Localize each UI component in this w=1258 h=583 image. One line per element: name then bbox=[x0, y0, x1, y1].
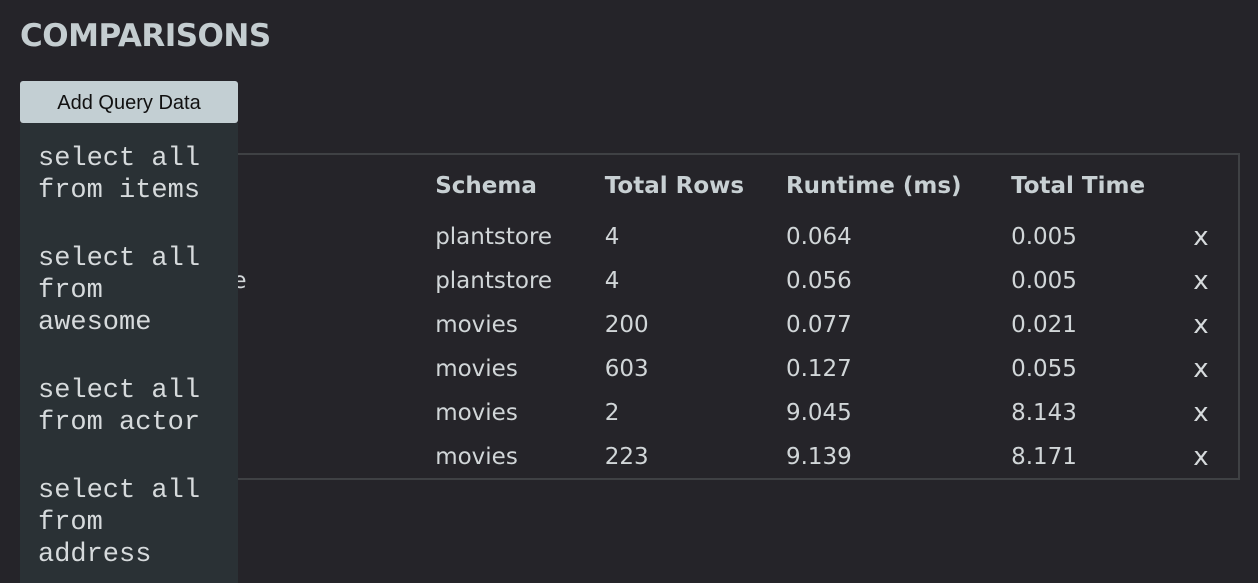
header-total-rows: Total Rows bbox=[604, 173, 745, 199]
cell-runtime: 9.139 bbox=[785, 444, 852, 470]
cell-delete: x bbox=[1193, 303, 1238, 347]
cell-total-rows: 200 bbox=[604, 312, 649, 338]
header-total-time: Total Time bbox=[1011, 173, 1146, 199]
cell-total-rows: 223 bbox=[604, 444, 649, 470]
cell-total-time: 0.055 bbox=[1011, 356, 1077, 382]
delete-row-button[interactable]: x bbox=[1193, 222, 1208, 252]
add-query-data-button[interactable]: Add Query Data bbox=[20, 81, 238, 123]
delete-row-button[interactable]: x bbox=[1193, 398, 1208, 428]
cell-delete: x bbox=[1193, 391, 1238, 435]
dropdown-item-awesome[interactable]: select all from awesome bbox=[38, 243, 220, 339]
cell-schema: plantstore bbox=[435, 224, 553, 250]
cell-schema: movies bbox=[435, 312, 518, 338]
cell-delete: x bbox=[1193, 347, 1238, 391]
cell-query: ddress bbox=[231, 347, 435, 391]
cell-query bbox=[231, 391, 435, 435]
header-runtime: Runtime (ms) bbox=[785, 173, 962, 199]
cell-total-rows: 603 bbox=[604, 356, 649, 382]
cell-delete: x bbox=[1193, 435, 1238, 478]
cell-total-time: 0.021 bbox=[1011, 312, 1077, 338]
cell-total-time: 8.171 bbox=[1011, 444, 1077, 470]
cell-total-time: 0.005 bbox=[1011, 224, 1077, 250]
cell-schema: plantstore bbox=[435, 268, 553, 294]
cell-query: ems bbox=[231, 215, 435, 259]
cell-total-rows: 4 bbox=[604, 224, 620, 250]
table-row: ddress movies 603 0.127 0.055 x bbox=[231, 347, 1238, 391]
table-row: wesome plantstore 4 0.056 0.005 x bbox=[231, 259, 1238, 303]
delete-row-button[interactable]: x bbox=[1193, 266, 1208, 296]
table-header-row: Schema Total Rows Runtime (ms) Total Tim… bbox=[231, 155, 1238, 215]
page-title: COMPARISONS bbox=[20, 18, 271, 54]
header-schema: Schema bbox=[435, 173, 537, 199]
cell-schema: movies bbox=[435, 356, 518, 382]
cell-total-rows: 2 bbox=[604, 400, 620, 426]
cell-query: ctor bbox=[231, 303, 435, 347]
comparison-table-container: Schema Total Rows Runtime (ms) Total Tim… bbox=[229, 153, 1240, 480]
cell-runtime: 9.045 bbox=[785, 400, 852, 426]
header-query bbox=[231, 155, 435, 215]
dropdown-item-address[interactable]: select all from address bbox=[38, 475, 220, 571]
delete-row-button[interactable]: x bbox=[1193, 442, 1208, 472]
query-dropdown-menu: select all from items select all from aw… bbox=[20, 123, 238, 583]
cell-schema: movies bbox=[435, 444, 518, 470]
cell-runtime: 0.064 bbox=[785, 224, 852, 250]
cell-total-time: 0.005 bbox=[1011, 268, 1077, 294]
delete-row-button[interactable]: x bbox=[1193, 354, 1208, 384]
cell-query bbox=[231, 435, 435, 478]
cell-runtime: 0.077 bbox=[785, 312, 852, 338]
cell-total-time: 8.143 bbox=[1011, 400, 1077, 426]
comparison-table: Schema Total Rows Runtime (ms) Total Tim… bbox=[231, 155, 1238, 478]
table-row: movies 2 9.045 8.143 x bbox=[231, 391, 1238, 435]
table-row: ctor movies 200 0.077 0.021 x bbox=[231, 303, 1238, 347]
cell-query: wesome bbox=[231, 259, 435, 303]
cell-schema: movies bbox=[435, 400, 518, 426]
dropdown-item-items[interactable]: select all from items bbox=[38, 143, 220, 207]
cell-runtime: 0.056 bbox=[785, 268, 852, 294]
dropdown-item-actor[interactable]: select all from actor bbox=[38, 375, 220, 439]
cell-delete: x bbox=[1193, 259, 1238, 303]
table-row: movies 223 9.139 8.171 x bbox=[231, 435, 1238, 478]
cell-runtime: 0.127 bbox=[785, 356, 852, 382]
cell-delete: x bbox=[1193, 215, 1238, 259]
table-row: ems plantstore 4 0.064 0.005 x bbox=[231, 215, 1238, 259]
cell-total-rows: 4 bbox=[604, 268, 620, 294]
delete-row-button[interactable]: x bbox=[1193, 310, 1208, 340]
header-delete bbox=[1193, 155, 1238, 215]
